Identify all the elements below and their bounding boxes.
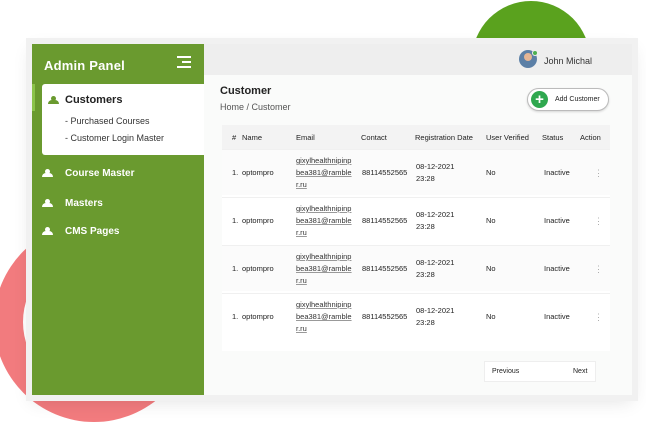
top-bar: John Michal (204, 44, 632, 75)
online-status-dot (532, 50, 538, 56)
column-header-name: Name (242, 133, 263, 142)
sidebar-item-label: Masters (65, 198, 103, 209)
more-vertical-icon[interactable]: ⋮ (594, 216, 603, 227)
table-header: # Name Email Contact Registration Date U… (222, 125, 610, 149)
customer-table: # Name Email Contact Registration Date U… (222, 125, 610, 351)
cell-email[interactable]: gixylhealthnipinpbea381@rambler.ru (296, 155, 354, 191)
cell-name: optompro (242, 168, 274, 177)
cell-status: Inactive (544, 312, 570, 321)
cell-email[interactable]: gixylhealthnipinpbea381@rambler.ru (296, 251, 354, 287)
column-header-registration-date: Registration Date (415, 133, 473, 142)
cell-status: Inactive (544, 168, 570, 177)
table-row[interactable]: 1. optompro gixylhealthnipinpbea381@ramble… (222, 293, 610, 339)
cell-email[interactable]: gixylhealthnipinpbea381@rambler.ru (296, 203, 354, 239)
cell-registration-date: 08-12-2021 (416, 306, 455, 315)
active-indicator (32, 84, 35, 111)
cell-registration-time: 23:28 (416, 222, 435, 231)
cell-number: 1. (232, 168, 239, 177)
cell-name: optompro (242, 216, 274, 225)
brand-title: Admin Panel (44, 58, 125, 73)
column-header-status: Status (542, 133, 564, 142)
add-customer-label: Add Customer (555, 96, 600, 103)
sidebar-item-label: Customers (65, 94, 123, 106)
cell-user-verified: No (486, 264, 496, 273)
sidebar-item-cms-pages[interactable]: CMS Pages (42, 226, 119, 237)
column-header-action: Action (580, 133, 601, 142)
cell-number: 1. (232, 216, 239, 225)
cell-user-verified: No (486, 216, 496, 225)
plus-icon: + (531, 91, 548, 108)
sidebar-item-customers[interactable]: Customers - Purchased Courses - Customer… (32, 84, 204, 155)
pagination: Previous Next (484, 361, 596, 382)
cell-name: optompro (242, 312, 274, 321)
users-icon (42, 199, 54, 208)
sidebar-subitem-customer-login-master[interactable]: - Customer Login Master (65, 133, 164, 143)
sidebar-item-label: Course Master (65, 168, 135, 179)
cell-user-verified: No (486, 168, 496, 177)
cell-contact: 88114552565 (362, 168, 408, 177)
users-icon (42, 227, 54, 236)
column-header-contact: Contact (361, 133, 387, 142)
add-customer-button[interactable]: + Add Customer (527, 88, 609, 111)
more-vertical-icon[interactable]: ⋮ (594, 264, 603, 275)
table-row[interactable]: 1. optompro gixylhealthnipinpbea381@ramble… (222, 149, 610, 195)
cell-contact: 88114552565 (362, 264, 408, 273)
more-vertical-icon[interactable]: ⋮ (594, 168, 603, 179)
hamburger-icon[interactable] (177, 56, 191, 68)
users-icon (48, 96, 60, 105)
sidebar-item-course-master[interactable]: Course Master (42, 168, 134, 179)
column-header-number: # (232, 133, 237, 142)
table-row[interactable]: 1. optompro gixylhealthnipinpbea381@ramble… (222, 245, 610, 291)
cell-status: Inactive (544, 264, 570, 273)
table-row[interactable]: 1. optompro gixylhealthnipinpbea381@ramble… (222, 197, 610, 243)
users-icon (42, 169, 54, 178)
previous-page-button[interactable]: Previous (492, 368, 519, 375)
breadcrumb: Home / Customer (220, 102, 291, 112)
cell-name: optompro (242, 264, 274, 273)
column-header-email: Email (296, 133, 315, 142)
cell-contact: 88114552565 (362, 216, 408, 225)
cell-registration-time: 23:28 (416, 318, 435, 327)
page-title: Customer (220, 85, 272, 97)
username[interactable]: John Michal (544, 56, 592, 66)
stage: Admin Panel Customers - Purchased Course… (0, 0, 646, 424)
cell-email[interactable]: gixylhealthnipinpbea381@rambler.ru (296, 299, 354, 335)
sidebar-item-label: CMS Pages (65, 226, 120, 237)
cell-registration-time: 23:28 (416, 174, 435, 183)
cell-registration-time: 23:28 (416, 270, 435, 279)
sidebar-item-masters[interactable]: Masters (42, 198, 103, 209)
sidebar: Admin Panel Customers - Purchased Course… (32, 44, 204, 395)
cell-number: 1. (232, 264, 239, 273)
cell-number: 1. (232, 312, 239, 321)
cell-registration-date: 08-12-2021 (416, 258, 455, 267)
column-header-user-verified: User Verified (486, 133, 529, 142)
sidebar-subitem-purchased-courses[interactable]: - Purchased Courses (65, 116, 150, 126)
next-page-button[interactable]: Next (573, 368, 587, 375)
cell-registration-date: 08-12-2021 (416, 210, 455, 219)
cell-status: Inactive (544, 216, 570, 225)
app-window: Admin Panel Customers - Purchased Course… (32, 44, 632, 395)
cell-registration-date: 08-12-2021 (416, 162, 455, 171)
cell-user-verified: No (486, 312, 496, 321)
cell-contact: 88114552565 (362, 312, 408, 321)
more-vertical-icon[interactable]: ⋮ (594, 312, 603, 323)
